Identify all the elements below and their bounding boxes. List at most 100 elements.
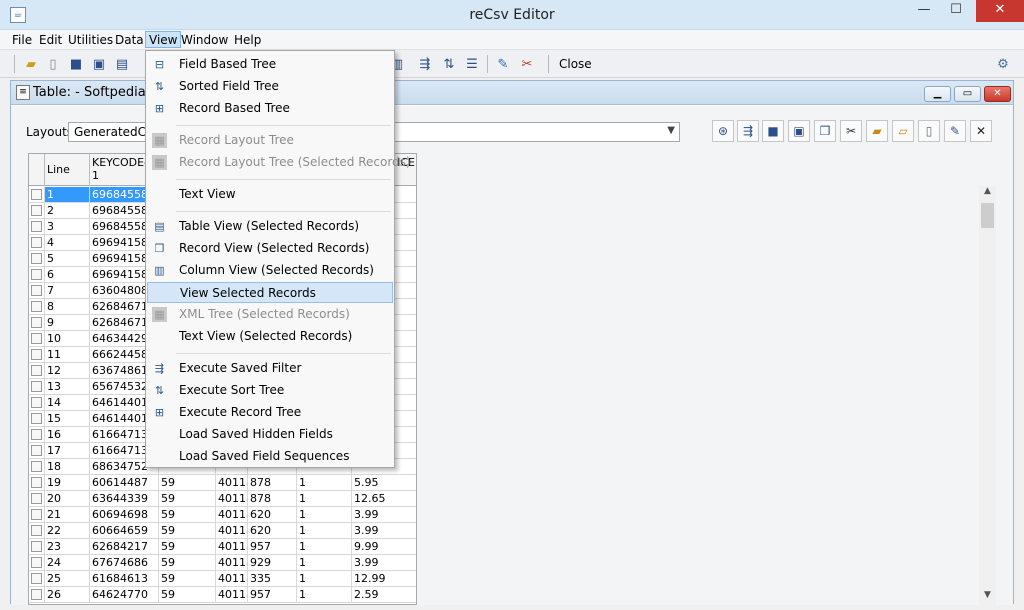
cell-col-3[interactable]: 59: [159, 523, 216, 539]
cell-col-6[interactable]: 1: [297, 571, 352, 587]
row-checkbox[interactable]: [31, 237, 42, 248]
cell-line[interactable]: 2: [45, 203, 90, 219]
row-checkbox[interactable]: [31, 317, 42, 328]
row-checkbox[interactable]: [31, 349, 42, 360]
row-checkbox[interactable]: [31, 525, 42, 536]
row-checkbox[interactable]: [31, 205, 42, 216]
row-checkbox[interactable]: [31, 413, 42, 424]
row-checkbox[interactable]: [31, 573, 42, 584]
row-checkbox[interactable]: [31, 381, 42, 392]
row-checkbox[interactable]: [31, 189, 42, 200]
row-checkbox[interactable]: [31, 253, 42, 264]
scroll-down-arrow-icon[interactable]: ▼: [979, 590, 996, 606]
scroll-up-arrow-icon[interactable]: ▲: [979, 186, 996, 202]
cell-line[interactable]: 10: [45, 331, 90, 347]
table-row[interactable]: 2664624770594011895712.59: [29, 587, 416, 603]
cell-col-6[interactable]: 1: [297, 475, 352, 491]
table-row[interactable]: 20636443395940118878112.65: [29, 491, 416, 507]
new-record-icon[interactable]: ▯: [918, 120, 940, 142]
cell-col-6[interactable]: 1: [297, 507, 352, 523]
cell-line[interactable]: 18: [45, 459, 90, 475]
cell-line[interactable]: 22: [45, 523, 90, 539]
cell-keycode[interactable]: 67674686: [90, 555, 159, 571]
table-row[interactable]: 1960614487594011887815.95: [29, 475, 416, 491]
row-checkbox[interactable]: [31, 397, 42, 408]
cell-line[interactable]: 16: [45, 427, 90, 443]
cell-line[interactable]: 23: [45, 539, 90, 555]
copy-icon[interactable]: ❐: [814, 120, 836, 142]
cell-line[interactable]: 25: [45, 571, 90, 587]
row-checkbox[interactable]: [31, 461, 42, 472]
menu-item-load-saved-field-sequences[interactable]: Load Saved Field Sequences: [147, 446, 393, 467]
row-checkbox[interactable]: [31, 301, 42, 312]
cell-col-6[interactable]: 1: [297, 491, 352, 507]
cell-col-4[interactable]: 40118: [216, 491, 248, 507]
cell-line[interactable]: 15: [45, 411, 90, 427]
delete-icon[interactable]: ✕: [970, 120, 992, 142]
row-checkbox[interactable]: [31, 365, 42, 376]
save-icon[interactable]: ■: [67, 55, 85, 73]
cell-col-5[interactable]: 878: [248, 491, 297, 507]
cell-line[interactable]: 20: [45, 491, 90, 507]
new-file-icon[interactable]: ▯: [44, 55, 62, 73]
close-button[interactable]: Close: [559, 57, 592, 71]
vertical-scrollbar[interactable]: ▲ ▼: [979, 186, 996, 606]
cell-col-4[interactable]: 40118: [216, 571, 248, 587]
cell-col-4[interactable]: 40118: [216, 587, 248, 603]
row-checkbox[interactable]: [31, 509, 42, 520]
header-line[interactable]: Line: [45, 154, 90, 186]
cell-col-6[interactable]: 1: [297, 555, 352, 571]
save-icon[interactable]: ■: [762, 120, 784, 142]
cell-col-5[interactable]: 957: [248, 587, 297, 603]
cell-price[interactable]: 3.99: [352, 523, 416, 539]
menu-window[interactable]: Window: [178, 32, 231, 49]
close-window-button[interactable]: ✕: [976, 0, 1024, 22]
menu-view[interactable]: View: [145, 31, 182, 48]
menu-item-record-based-tree[interactable]: ⊞ Record Based Tree: [147, 98, 393, 119]
menu-item-record-view-selected-records[interactable]: ❐ Record View (Selected Records): [147, 238, 393, 259]
cell-col-5[interactable]: 957: [248, 539, 297, 555]
row-checkbox[interactable]: [31, 557, 42, 568]
menu-file[interactable]: File: [9, 32, 35, 49]
cell-keycode[interactable]: 60664659: [90, 523, 159, 539]
menu-item-execute-sort-tree[interactable]: ⇅ Execute Sort Tree: [147, 380, 393, 401]
menu-item-view-selected-records[interactable]: View Selected Records: [147, 282, 393, 303]
row-checkbox[interactable]: [31, 221, 42, 232]
list-view-icon[interactable]: ☰: [463, 55, 481, 73]
filter-icon[interactable]: ⇶: [416, 55, 434, 73]
cell-col-3[interactable]: 59: [159, 491, 216, 507]
maximize-button[interactable]: ☐: [941, 0, 971, 22]
cell-col-5[interactable]: 929: [248, 555, 297, 571]
cell-price[interactable]: 3.99: [352, 555, 416, 571]
sort-az-icon[interactable]: ⇅: [440, 55, 458, 73]
tools-icon[interactable]: ✂: [518, 55, 536, 73]
filter-icon[interactable]: ⇶: [737, 120, 759, 142]
cell-line[interactable]: 8: [45, 299, 90, 315]
save-all-icon[interactable]: ▤: [113, 55, 131, 73]
cell-col-5[interactable]: 620: [248, 523, 297, 539]
cell-line[interactable]: 1: [45, 187, 90, 203]
cell-keycode[interactable]: 64624770: [90, 587, 159, 603]
cell-line[interactable]: 26: [45, 587, 90, 603]
edit-icon[interactable]: ✎: [494, 55, 512, 73]
cell-col-5[interactable]: 335: [248, 571, 297, 587]
cell-line[interactable]: 17: [45, 443, 90, 459]
cell-line[interactable]: 21: [45, 507, 90, 523]
menu-utilities[interactable]: Utilities: [65, 32, 116, 49]
cell-col-4[interactable]: 40118: [216, 475, 248, 491]
menu-data[interactable]: Data: [112, 32, 147, 49]
menu-item-field-based-tree[interactable]: ⊟ Field Based Tree: [147, 54, 393, 75]
cell-line[interactable]: 19: [45, 475, 90, 491]
row-checkbox[interactable]: [31, 445, 42, 456]
cell-col-3[interactable]: 59: [159, 555, 216, 571]
cell-line[interactable]: 5: [45, 251, 90, 267]
menu-item-table-view-selected-records[interactable]: ▤ Table View (Selected Records): [147, 216, 393, 237]
cell-line[interactable]: 11: [45, 347, 90, 363]
cell-col-4[interactable]: 40118: [216, 555, 248, 571]
cell-line[interactable]: 4: [45, 235, 90, 251]
table-row[interactable]: 2160694698594011862013.99: [29, 507, 416, 523]
cell-keycode[interactable]: 62684217: [90, 539, 159, 555]
cell-col-4[interactable]: 40118: [216, 539, 248, 555]
row-checkbox[interactable]: [31, 285, 42, 296]
find-icon[interactable]: ⊛: [712, 120, 734, 142]
